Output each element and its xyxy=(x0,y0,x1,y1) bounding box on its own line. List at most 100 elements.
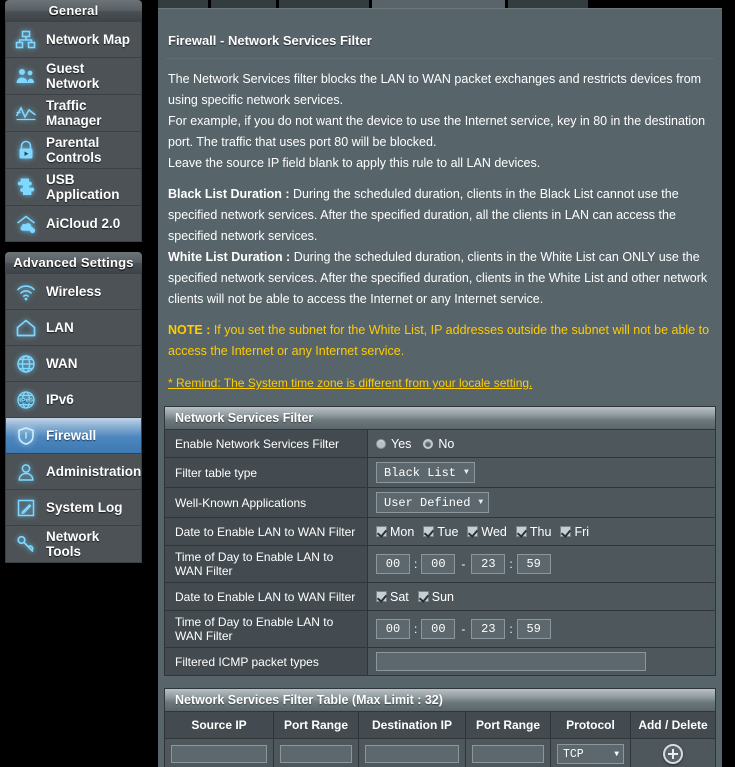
system-log-icon xyxy=(12,495,40,521)
cell-port-range-2 xyxy=(466,739,551,767)
checkbox-thu[interactable]: Thu xyxy=(515,525,551,539)
tab-4[interactable] xyxy=(372,0,505,8)
sidebar-item-ipv6[interactable]: IPv6 IPv6 xyxy=(5,382,142,418)
radio-no-dot xyxy=(423,438,434,449)
weekday-checkbox-group: Mon Tue Wed Thu Fri xyxy=(376,525,589,539)
parental-controls-icon xyxy=(12,137,40,163)
sidebar-item-firewall[interactable]: Firewall xyxy=(5,418,142,454)
cell-source-ip xyxy=(165,739,274,767)
page-title: Firewall - Network Services Filter xyxy=(168,33,372,48)
tab-5[interactable] xyxy=(508,0,588,8)
network-services-filter-table: Network Services Filter Table (Max Limit… xyxy=(164,688,716,767)
sidebar-item-label: USB Application xyxy=(46,172,120,202)
checkbox-sun-label: Sun xyxy=(431,589,455,604)
weekday-start-hour-input[interactable]: 00 xyxy=(376,554,410,574)
row-label: Date to Enable LAN to WAN Filter xyxy=(165,518,368,545)
weekend-end-hour-input[interactable]: 23 xyxy=(471,619,506,639)
radio-yes-label: Yes xyxy=(391,436,412,451)
port-range-1-input[interactable] xyxy=(280,745,352,763)
sidebar-item-label: WAN xyxy=(46,356,78,371)
checkbox-mon[interactable]: Mon xyxy=(376,525,414,539)
column-header-port-range-2: Port Range xyxy=(466,712,551,738)
title-divider xyxy=(166,58,714,59)
sidebar-item-traffic-manager[interactable]: Traffic Manager xyxy=(5,95,142,132)
sidebar-item-lan[interactable]: LAN xyxy=(5,310,142,346)
sidebar-item-label: LAN xyxy=(46,320,74,335)
content-panel: Firewall - Network Services Filter The N… xyxy=(158,8,722,767)
note-text: If you set the subnet for the White List… xyxy=(168,323,710,358)
sidebar-item-guest-network[interactable]: Guest Network xyxy=(5,58,142,95)
sidebar-item-label: System Log xyxy=(46,500,123,515)
sidebar-item-wireless[interactable]: Wireless xyxy=(5,274,142,310)
checkbox-tue-box xyxy=(423,526,435,537)
white-list-label: White List Duration : xyxy=(168,250,291,264)
note-paragraph: NOTE : If you set the subnet for the Whi… xyxy=(168,320,712,362)
checkbox-fri[interactable]: Fri xyxy=(560,525,589,539)
checkbox-tue-label: Tue xyxy=(437,524,459,539)
checkbox-wed[interactable]: Wed xyxy=(467,525,507,539)
black-list-paragraph: Black List Duration : During the schedul… xyxy=(168,184,712,247)
tab-3[interactable] xyxy=(279,0,369,8)
checkbox-sat[interactable]: Sat xyxy=(376,590,409,604)
remind-timezone-link[interactable]: * Remind: The System time zone is differ… xyxy=(168,373,532,394)
radio-yes[interactable]: Yes xyxy=(376,437,411,451)
checkbox-sun[interactable]: Sun xyxy=(417,589,455,604)
wan-icon xyxy=(12,351,40,377)
row-time-weekend: Time of Day to Enable LAN to WAN Filter … xyxy=(165,610,715,647)
sidebar-item-label: Guest Network xyxy=(46,61,100,91)
sidebar-item-wan[interactable]: WAN xyxy=(5,346,142,382)
sidebar-item-administration[interactable]: Administration xyxy=(5,454,142,490)
weekday-end-hour-input[interactable]: 23 xyxy=(471,554,506,574)
time-dash: - xyxy=(461,622,466,636)
destination-ip-input[interactable] xyxy=(365,745,459,763)
sidebar-item-label: Network Tools xyxy=(46,529,100,559)
sidebar-item-label: AiCloud 2.0 xyxy=(46,216,121,231)
desc-paragraph-2: For example, if you do not want the devi… xyxy=(168,111,712,153)
radio-yes-dot xyxy=(376,438,386,449)
sidebar-item-network-tools[interactable]: Network Tools xyxy=(5,526,142,563)
filter-table-input-row: TCP ▼ xyxy=(165,738,715,767)
sidebar-item-aicloud[interactable]: AiCloud 2.0 xyxy=(5,206,142,242)
time-colon: : xyxy=(509,622,513,636)
filter-table-column-headers: Source IP Port Range Destination IP Port… xyxy=(165,711,715,738)
weekend-start-min-input[interactable]: 00 xyxy=(421,619,456,639)
note-label: NOTE : xyxy=(168,323,211,337)
column-header-port-range-1: Port Range xyxy=(274,712,359,738)
sidebar-item-label: Traffic Manager xyxy=(46,98,102,128)
sidebar-item-network-map[interactable]: Network Map xyxy=(5,22,142,58)
sidebar-item-label: Administration xyxy=(46,464,142,479)
checkbox-tue[interactable]: Tue xyxy=(423,525,458,539)
checkbox-fri-box xyxy=(560,526,572,537)
protocol-select[interactable]: TCP ▼ xyxy=(557,744,624,764)
sidebar-nav: General Network Map Guest Network Traffi… xyxy=(0,0,147,767)
row-value xyxy=(368,648,715,675)
filter-table-type-value: Black List xyxy=(384,465,457,480)
sidebar-heading-general: General xyxy=(5,0,142,22)
well-known-applications-select[interactable]: User Defined ▼ xyxy=(376,492,490,513)
weekday-start-min-input[interactable]: 00 xyxy=(421,554,456,574)
tab-1[interactable] xyxy=(158,0,208,8)
checkbox-fri-label: Fri xyxy=(574,524,590,539)
sidebar-item-system-log[interactable]: System Log xyxy=(5,490,142,526)
aicloud-icon xyxy=(12,211,40,237)
chevron-down-icon: ▼ xyxy=(614,749,619,759)
desc-line-1: The Network Services filter blocks the L… xyxy=(168,72,702,107)
sidebar-item-label: Wireless xyxy=(46,284,102,299)
guest-network-icon xyxy=(12,63,40,89)
weekday-end-min-input[interactable]: 59 xyxy=(516,554,551,574)
tab-2[interactable] xyxy=(211,0,276,8)
sidebar-item-label: Network Map xyxy=(46,32,131,47)
sidebar-item-usb-application[interactable]: USB Application xyxy=(5,169,142,206)
radio-no[interactable]: No xyxy=(423,437,454,451)
sidebar-group-advanced: Advanced Settings Wireless LAN WAN IPv6 … xyxy=(5,252,142,563)
plus-circle-icon[interactable] xyxy=(663,744,683,764)
weekend-end-min-input[interactable]: 59 xyxy=(516,619,551,639)
port-range-2-input[interactable] xyxy=(472,745,544,763)
weekend-start-hour-input[interactable]: 00 xyxy=(376,619,410,639)
protocol-value: TCP xyxy=(563,747,584,761)
desc-paragraph-1: The Network Services filter blocks the L… xyxy=(168,69,712,111)
filtered-icmp-input[interactable] xyxy=(376,652,646,671)
source-ip-input[interactable] xyxy=(171,745,267,763)
filter-table-type-select[interactable]: Black List ▼ xyxy=(376,462,475,483)
sidebar-item-parental-controls[interactable]: Parental Controls xyxy=(5,132,142,169)
